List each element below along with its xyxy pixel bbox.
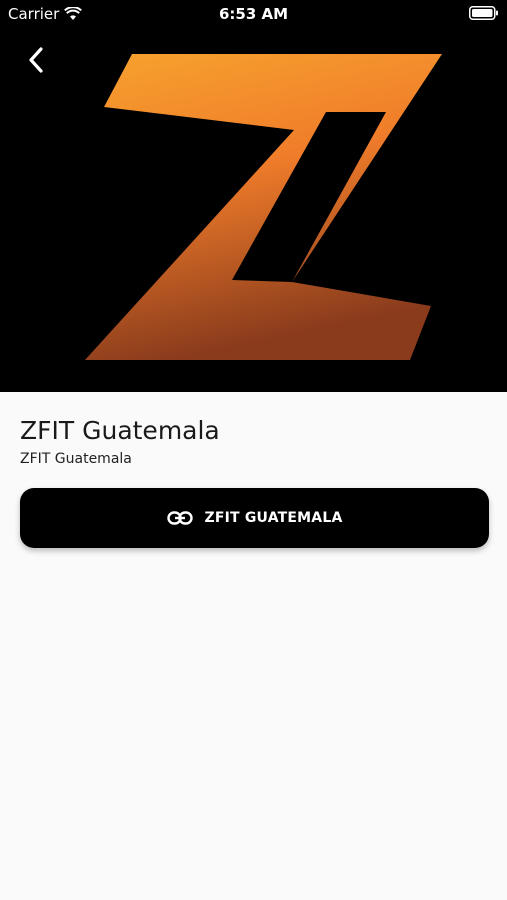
back-button[interactable] (18, 42, 54, 78)
detail-content: ZFIT Guatemala ZFIT Guatemala ZFIT GUATE… (20, 392, 489, 548)
page-subtitle: ZFIT Guatemala (20, 451, 132, 467)
status-time: 6:53 AM (218, 5, 289, 23)
website-link-button[interactable]: ZFIT GUATEMALA (20, 488, 489, 548)
link-icon (166, 511, 193, 525)
chevron-left-icon (29, 47, 43, 73)
page-title: ZFIT Guatemala (20, 416, 220, 445)
z-logo (85, 54, 442, 360)
header-hero: Carrier 6:53 AM (0, 0, 507, 392)
battery-icon (469, 6, 499, 24)
status-bar: Carrier 6:53 AM (0, 0, 507, 28)
link-button-label: ZFIT GUATEMALA (204, 510, 343, 526)
